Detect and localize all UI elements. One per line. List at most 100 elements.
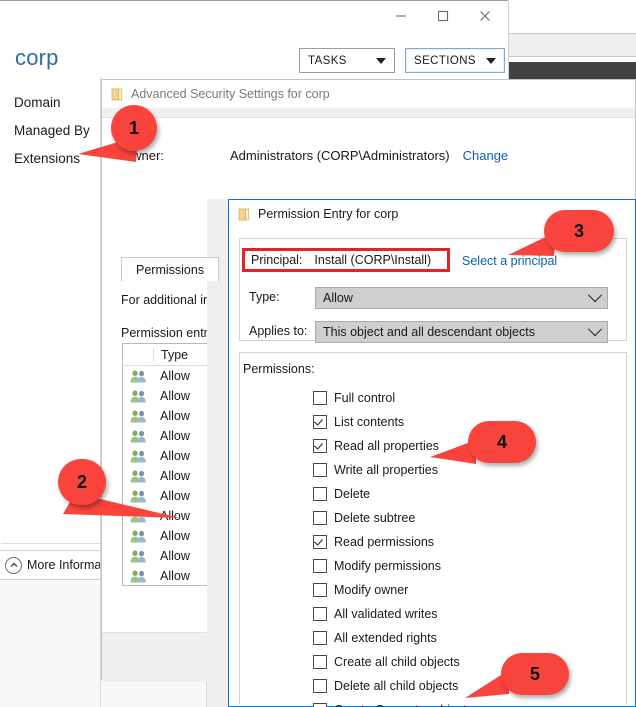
- advanced-security-titlebar: Advanced Security Settings for corp: [102, 80, 635, 108]
- users-icon: [123, 369, 153, 383]
- checkbox-icon[interactable]: [313, 439, 327, 453]
- tab-permissions[interactable]: Permissions: [121, 257, 220, 281]
- checkbox-icon[interactable]: [313, 535, 327, 549]
- permission-label: Create all child objects: [334, 655, 460, 669]
- callout-2-number: 2: [76, 471, 87, 492]
- header-buttons: TASKS SECTIONS: [299, 48, 505, 73]
- sidebar-item-extensions[interactable]: Extensions: [14, 151, 80, 166]
- page-title: corp: [15, 45, 59, 70]
- users-icon: [123, 569, 153, 583]
- callout-5-bubble: 5: [501, 653, 569, 695]
- principal-label: Principal:: [251, 253, 303, 267]
- advanced-security-title-text: Advanced Security Settings for corp: [131, 87, 330, 101]
- permission-label: Read permissions: [334, 535, 435, 549]
- sidebar-divider: [1, 543, 101, 544]
- checkbox-icon[interactable]: [313, 607, 327, 621]
- users-icon: [123, 449, 153, 463]
- permission-label: Delete: [334, 487, 371, 501]
- callout-3-bubble: 3: [544, 210, 614, 252]
- checkbox-icon[interactable]: [313, 703, 327, 707]
- permission-checkbox-item[interactable]: Modify owner: [313, 578, 613, 602]
- checkbox-icon[interactable]: [313, 511, 327, 525]
- users-icon: [123, 549, 153, 563]
- checkbox-icon[interactable]: [313, 487, 327, 501]
- permission-checkbox-item[interactable]: List contents: [313, 410, 613, 434]
- callout-4-bubble: 4: [468, 421, 536, 463]
- checkbox-icon[interactable]: [313, 391, 327, 405]
- row-type: Allow: [160, 369, 190, 383]
- permission-checkbox-item[interactable]: Read permissions: [313, 530, 613, 554]
- users-icon: [123, 429, 153, 443]
- row-type: Allow: [160, 569, 190, 583]
- minimize-icon[interactable]: [380, 3, 422, 29]
- permission-checkbox-item[interactable]: All extended rights: [313, 626, 613, 650]
- callout-4-number: 4: [496, 431, 507, 452]
- permission-label: Create Computer objects: [334, 703, 473, 707]
- applies-to-label: Applies to:: [249, 324, 308, 338]
- permission-checkbox-item[interactable]: Delete subtree: [313, 506, 613, 530]
- window-controls: [380, 3, 506, 29]
- folder-icon: [238, 208, 250, 220]
- type-row: Type:: [249, 290, 280, 304]
- maximize-icon[interactable]: [422, 3, 464, 29]
- permission-label: All validated writes: [334, 607, 438, 621]
- checkbox-icon[interactable]: [313, 655, 327, 669]
- checkbox-icon[interactable]: [313, 583, 327, 597]
- callout-5-number: 5: [529, 663, 540, 684]
- permission-checkbox-item[interactable]: All validated writes: [313, 602, 613, 626]
- sections-button-label: SECTIONS: [414, 54, 476, 67]
- applies-to-row: Applies to:: [249, 324, 307, 338]
- close-icon[interactable]: [464, 3, 506, 29]
- type-dropdown-value: Allow: [323, 291, 353, 305]
- principal-highlight-box: Principal: Install (CORP\Install): [242, 248, 450, 272]
- tasks-button[interactable]: TASKS: [299, 48, 395, 73]
- users-icon: [123, 389, 153, 403]
- permission-label: Write all properties: [334, 463, 438, 477]
- principal-value: Install (CORP\Install): [314, 253, 432, 267]
- grid-header-type: Type: [153, 347, 215, 362]
- chevron-down-icon: [587, 288, 603, 303]
- tasks-button-label: TASKS: [308, 54, 347, 67]
- users-icon: [123, 469, 153, 483]
- checkbox-icon[interactable]: [313, 559, 327, 573]
- checkbox-icon[interactable]: [313, 463, 327, 477]
- users-icon: [123, 409, 153, 423]
- owner-value: Administrators (CORP\Administrators): [230, 148, 450, 163]
- more-information-toggle[interactable]: More Informa..: [0, 550, 108, 580]
- chevron-down-icon: [587, 322, 603, 337]
- right-panel-divider-2: [508, 56, 636, 57]
- type-dropdown[interactable]: Allow: [315, 287, 608, 309]
- applies-to-dropdown-value: This object and all descendant objects: [323, 325, 535, 339]
- permission-label: List contents: [334, 415, 405, 429]
- sidebar-item-domain[interactable]: Domain: [14, 95, 61, 110]
- permission-checkbox-item[interactable]: Modify permissions: [313, 554, 613, 578]
- permission-label: Full control: [334, 391, 396, 405]
- more-information-label: More Informa..: [27, 558, 109, 572]
- permission-checkbox-item[interactable]: Delete: [313, 482, 613, 506]
- applies-to-dropdown[interactable]: This object and all descendant objects: [315, 321, 608, 343]
- right-panel-band-1: [508, 34, 636, 56]
- checkbox-icon[interactable]: [313, 631, 327, 645]
- permission-label: All extended rights: [334, 631, 437, 645]
- row-type: Allow: [160, 389, 190, 403]
- type-label: Type:: [249, 290, 280, 304]
- permission-label: Modify permissions: [334, 559, 441, 573]
- checkbox-icon[interactable]: [313, 415, 327, 429]
- chevron-up-icon: [5, 556, 22, 574]
- permissions-label: Permissions:: [243, 362, 315, 376]
- row-type: Allow: [160, 449, 190, 463]
- permissions-checkbox-list: Full control List contents Read all proper…: [313, 386, 613, 707]
- row-type: Allow: [160, 429, 190, 443]
- permission-label: Read all properties: [334, 439, 439, 453]
- permission-checkbox-item[interactable]: Create Computer objects: [313, 698, 613, 707]
- permission-label: Delete subtree: [334, 511, 416, 525]
- permission-checkbox-item[interactable]: Full control: [313, 386, 613, 410]
- folder-icon: [111, 88, 123, 100]
- row-type: Allow: [160, 409, 190, 423]
- chevron-down-icon: [376, 57, 386, 64]
- permission-entry-title-text: Permission Entry for corp: [258, 207, 399, 221]
- checkbox-icon[interactable]: [313, 679, 327, 693]
- owner-change-link[interactable]: Change: [463, 148, 509, 163]
- sections-button[interactable]: SECTIONS: [405, 48, 505, 73]
- permission-label: Modify owner: [334, 583, 409, 597]
